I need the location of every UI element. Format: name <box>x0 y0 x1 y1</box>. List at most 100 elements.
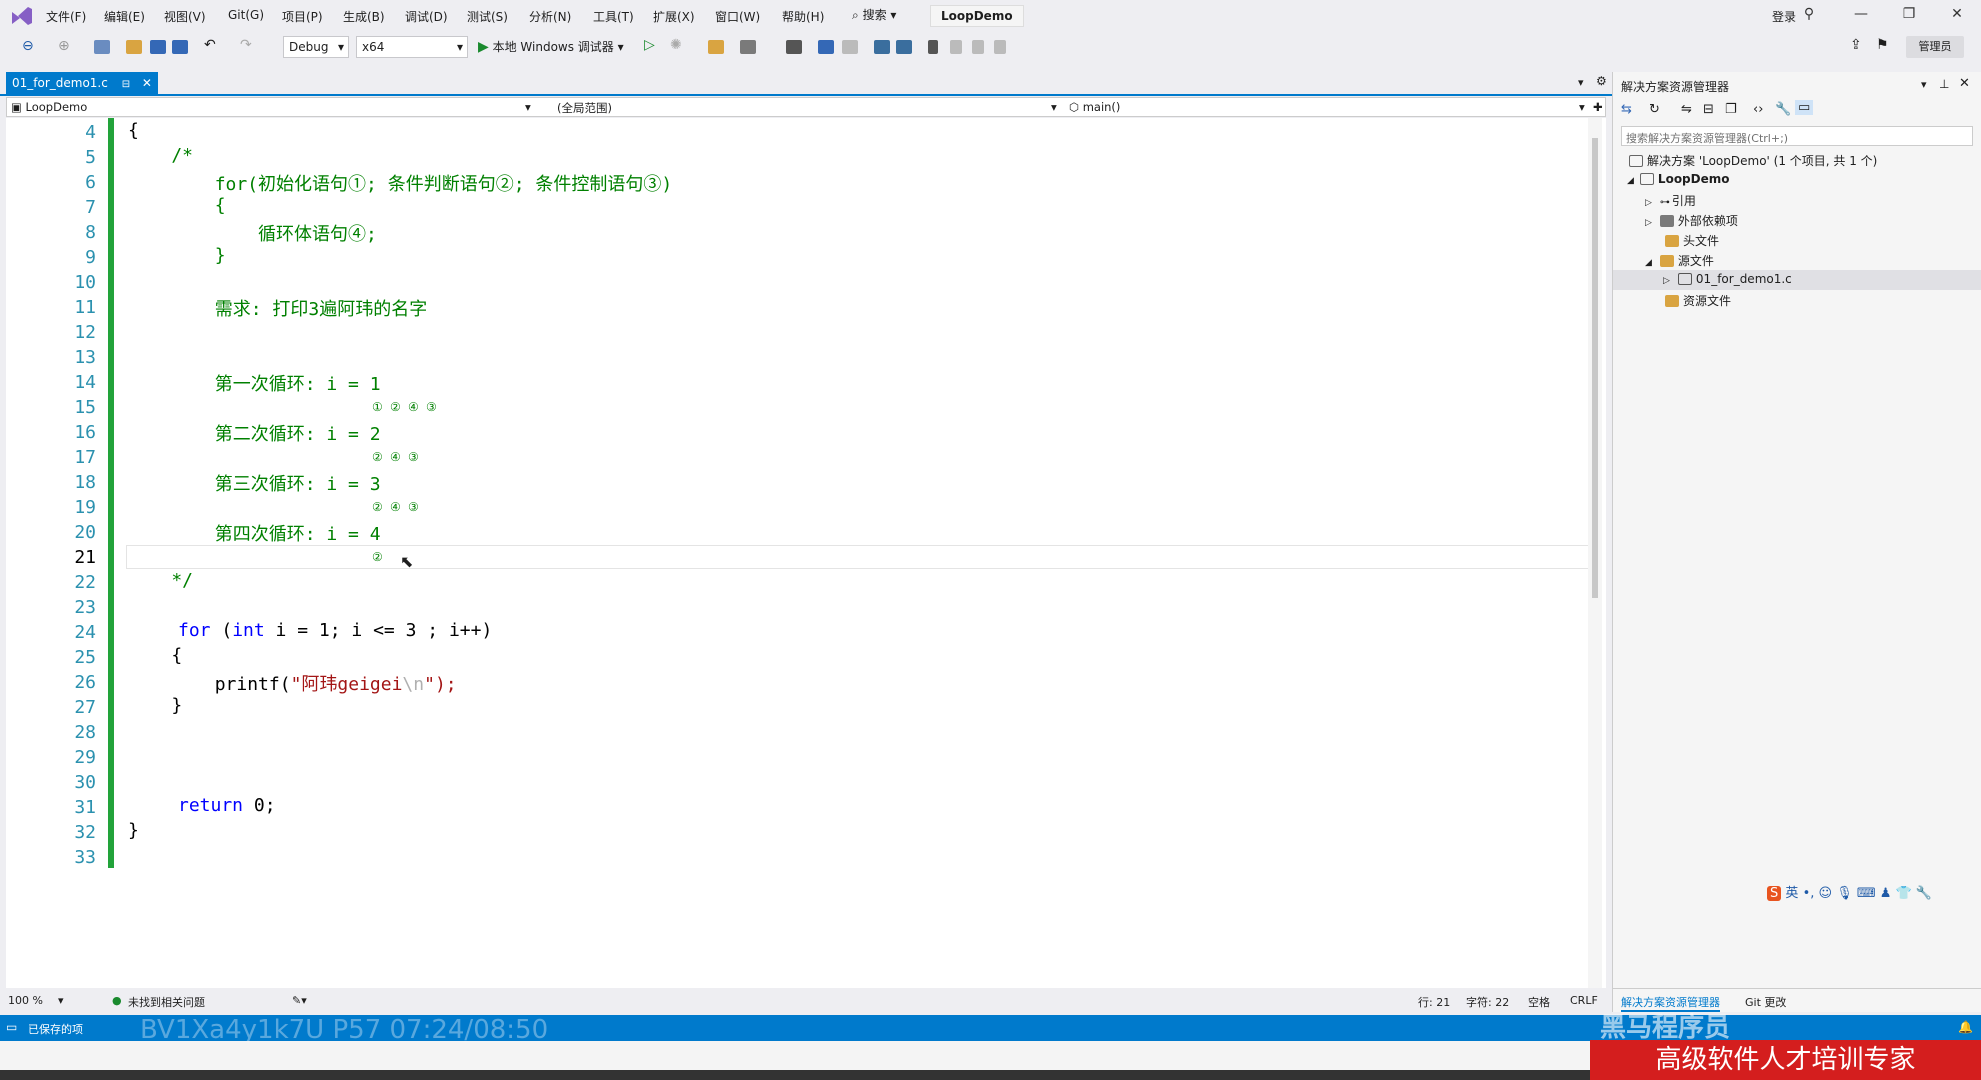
tree-file-01-for-demo1[interactable]: ▷ 01_for_demo1.c <box>1613 270 1981 290</box>
search-button[interactable]: ⌕ 搜索 ▾ <box>852 6 922 26</box>
column-indicator[interactable]: 字符: 22 <box>1466 994 1509 1010</box>
ime-emoji-icon[interactable]: ☺ <box>1819 886 1833 901</box>
login-link[interactable]: 登录 <box>1772 8 1796 25</box>
menu-edit[interactable]: 编辑(E) <box>104 8 145 25</box>
tree-source-files[interactable]: ◢ 源文件 <box>1645 252 1714 269</box>
chevron-down-icon[interactable]: ▾ <box>1921 78 1927 91</box>
member-dropdown[interactable]: ⬡ main() <box>1069 100 1120 114</box>
menu-extensions[interactable]: 扩展(X) <box>653 8 695 25</box>
clear-bookmarks-icon[interactable] <box>994 40 1006 54</box>
preview-icon[interactable]: ▭ <box>1795 100 1814 115</box>
brush-icon[interactable]: ✎▾ <box>292 994 307 1007</box>
menu-test[interactable]: 测试(S) <box>467 8 508 25</box>
ime-keyboard-icon[interactable]: ⌨ <box>1857 886 1876 901</box>
ime-language-icon[interactable]: 英 <box>1785 886 1798 901</box>
line-ending-indicator[interactable]: CRLF <box>1570 994 1598 1007</box>
zoom-select[interactable]: 100 % <box>8 994 43 1007</box>
ime-tools-icon[interactable]: 🔧 <box>1916 886 1932 901</box>
redo-icon[interactable]: ↷ <box>240 37 256 53</box>
step-icon[interactable] <box>818 40 834 54</box>
new-project-icon[interactable] <box>94 40 110 54</box>
forward-icon[interactable]: ⊕ <box>58 38 74 54</box>
menu-git[interactable]: Git(G) <box>228 8 264 22</box>
share-icon[interactable]: ⇪ <box>1850 37 1866 53</box>
ime-voice-icon[interactable]: 🎙 <box>1836 886 1853 901</box>
tab-git-changes[interactable]: Git 更改 <box>1745 994 1786 1010</box>
tree-resource-files[interactable]: 资源文件 <box>1665 292 1731 309</box>
issues-status[interactable]: 未找到相关问题 <box>128 994 205 1010</box>
pin-icon[interactable]: ⊟ <box>122 79 130 90</box>
prev-bookmark-icon[interactable] <box>950 40 962 54</box>
menu-file[interactable]: 文件(F) <box>46 8 86 25</box>
tree-project[interactable]: ◢ LoopDemo <box>1627 172 1730 186</box>
restore-icon[interactable]: ❐ <box>1894 6 1924 22</box>
bookmark-icon[interactable] <box>928 40 938 54</box>
solution-search-input[interactable]: 搜索解决方案资源管理器(Ctrl+;) <box>1621 126 1973 146</box>
folder-icon[interactable] <box>708 40 724 54</box>
start-without-debugging-icon[interactable]: ▷ <box>644 37 660 53</box>
diagnostics-icon[interactable] <box>786 40 802 54</box>
menu-project[interactable]: 项目(P) <box>282 8 323 25</box>
project-dropdown[interactable]: ▣ LoopDemo <box>11 100 87 114</box>
feedback-icon[interactable]: ⚲ <box>1794 6 1824 22</box>
chevron-down-icon[interactable]: ▾ <box>1579 100 1585 114</box>
configuration-select[interactable]: Debug ▾ <box>283 36 349 58</box>
row-indicator[interactable]: 行: 21 <box>1418 994 1450 1010</box>
code-editor[interactable]: 4 5 6 7 8 9 10 11 12 13 14 15 16 17 18 1… <box>6 118 1606 988</box>
outdent-icon[interactable] <box>896 40 912 54</box>
collapse-all-icon[interactable]: ⊟ <box>1703 102 1714 117</box>
save-icon[interactable] <box>150 40 166 54</box>
open-file-icon[interactable] <box>126 40 142 54</box>
tree-references[interactable]: ▷ ⊶ 引用 <box>1645 192 1696 209</box>
minimize-icon[interactable]: — <box>1846 6 1876 22</box>
live-share-icon[interactable]: ⚑ <box>1876 37 1892 53</box>
back-icon[interactable]: ⊖ <box>22 38 38 54</box>
close-icon[interactable]: ✕ <box>1942 6 1972 22</box>
comment-icon[interactable] <box>842 40 858 54</box>
menu-tools[interactable]: 工具(T) <box>593 8 634 25</box>
platform-select[interactable]: x64 ▾ <box>356 36 468 58</box>
close-tab-icon[interactable]: ✕ <box>142 76 152 90</box>
ime-punctuation-icon[interactable]: •, <box>1803 886 1815 901</box>
scrollbar-thumb[interactable] <box>1592 138 1598 598</box>
history-icon[interactable]: ↻ <box>1649 102 1660 117</box>
tree-header-files[interactable]: 头文件 <box>1665 232 1719 249</box>
start-debugging-button[interactable]: ▶ 本地 Windows 调试器 ▾ <box>478 38 624 55</box>
tab-01-for-demo1[interactable]: 01_for_demo1.c ⊟ ✕ <box>6 72 158 94</box>
menu-debug[interactable]: 调试(D) <box>405 8 448 25</box>
save-all-icon[interactable] <box>172 40 188 54</box>
switch-views-icon[interactable]: ⇋ <box>1681 102 1692 117</box>
menu-build[interactable]: 生成(B) <box>343 8 385 25</box>
undo-icon[interactable]: ↶ <box>204 37 220 53</box>
indent-icon[interactable] <box>874 40 890 54</box>
notification-bell-icon[interactable]: 🔔 <box>1958 1020 1973 1034</box>
code-line-33: } <box>128 820 139 841</box>
tab-overflow-icon[interactable]: ▾ <box>1578 76 1584 89</box>
sogou-input-icon[interactable]: S <box>1767 886 1782 901</box>
chevron-down-icon[interactable]: ▾ <box>1051 100 1057 114</box>
close-icon[interactable]: ✕ <box>1959 76 1970 91</box>
properties-icon[interactable]: 🔧 <box>1775 102 1791 117</box>
show-all-files-icon[interactable]: ❐ <box>1725 102 1737 117</box>
next-bookmark-icon[interactable] <box>972 40 984 54</box>
tree-external-deps[interactable]: ▷ 外部依赖项 <box>1645 212 1738 229</box>
menu-view[interactable]: 视图(V) <box>164 8 206 25</box>
ime-skin-icon[interactable]: 👕 <box>1896 886 1912 901</box>
settings-icon[interactable]: ⚙ <box>1596 74 1607 88</box>
scope-dropdown[interactable]: (全局范围) <box>557 100 612 116</box>
chevron-down-icon[interactable]: ▾ <box>525 100 531 114</box>
whitespace-indicator[interactable]: 空格 <box>1528 994 1550 1010</box>
hot-reload-icon[interactable]: ✺ <box>670 37 686 53</box>
visual-studio-logo-icon[interactable] <box>10 5 34 27</box>
window-layout-icon[interactable] <box>740 40 756 54</box>
ime-user-icon[interactable]: ♟ <box>1880 886 1892 901</box>
chevron-down-icon[interactable]: ▾ <box>58 994 64 1007</box>
code-view-icon[interactable]: ‹› <box>1753 102 1763 117</box>
menu-window[interactable]: 窗口(W) <box>715 8 760 25</box>
sync-icon[interactable]: ⇆ <box>1621 102 1632 117</box>
menu-analyze[interactable]: 分析(N) <box>529 8 571 25</box>
split-icon[interactable]: ✚ <box>1593 100 1603 114</box>
menu-help[interactable]: 帮助(H) <box>782 8 824 25</box>
tree-solution[interactable]: 解决方案 'LoopDemo' (1 个项目, 共 1 个) <box>1629 152 1877 169</box>
pin-icon[interactable]: ⊥ <box>1939 77 1949 91</box>
